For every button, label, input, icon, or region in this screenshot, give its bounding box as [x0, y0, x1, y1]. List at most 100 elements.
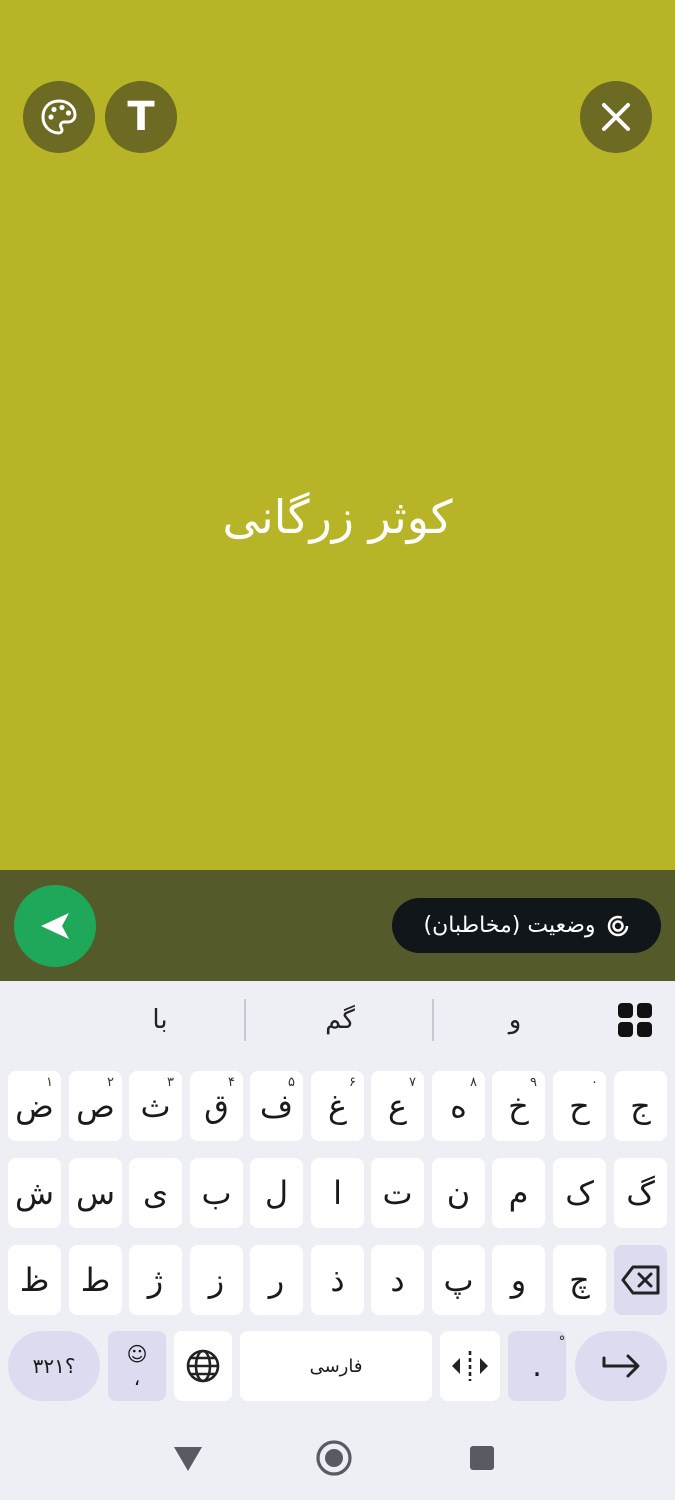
key-hint: ۱: [46, 1075, 53, 1090]
key-label: ر: [268, 1261, 285, 1299]
key-hint: ۵: [288, 1075, 295, 1090]
palette-icon: [41, 99, 77, 135]
key[interactable]: ظ: [8, 1245, 61, 1315]
key[interactable]: و: [492, 1245, 545, 1315]
key[interactable]: ی: [129, 1158, 182, 1228]
key[interactable]: ت: [371, 1158, 424, 1228]
suggestion-strip: با گم و: [0, 981, 675, 1061]
key[interactable]: پ: [432, 1245, 485, 1315]
space-key[interactable]: فارسی: [240, 1331, 432, 1401]
key-hint: ۶: [349, 1075, 356, 1090]
suggestion-3[interactable]: و: [430, 999, 600, 1041]
key-label: چ: [569, 1261, 590, 1299]
key-label: د: [390, 1261, 405, 1299]
nav-home-button[interactable]: [312, 1436, 356, 1480]
text-style-button[interactable]: T: [105, 81, 177, 153]
key[interactable]: ز: [190, 1245, 243, 1315]
key[interactable]: ه۸: [432, 1071, 485, 1141]
send-icon: [41, 913, 69, 939]
text-icon: T: [127, 94, 155, 140]
audience-selector[interactable]: وضعیت (مخاطبان): [392, 898, 661, 953]
key-label: ی: [142, 1174, 169, 1212]
comma-label: ،: [133, 1366, 141, 1390]
apps-grid-icon: [618, 1003, 652, 1037]
symbols-key[interactable]: ؟۳۲۱: [8, 1331, 100, 1401]
key-label: پ: [443, 1261, 474, 1299]
key-label: ص: [76, 1087, 115, 1125]
key[interactable]: ث۳: [129, 1071, 182, 1141]
suggestion-divider: [244, 999, 246, 1041]
key[interactable]: ل: [250, 1158, 303, 1228]
suggestion-2[interactable]: گم: [250, 999, 430, 1041]
key-hint: ۰: [591, 1075, 598, 1090]
key-label: ه: [450, 1087, 467, 1125]
key[interactable]: ج: [614, 1071, 667, 1141]
key-label: ظ: [19, 1261, 50, 1299]
key[interactable]: ا: [311, 1158, 364, 1228]
status-canvas[interactable]: T کوثر زرگانی: [0, 0, 675, 870]
apps-grid-button[interactable]: [617, 1002, 653, 1038]
key[interactable]: ص۲: [69, 1071, 122, 1141]
key-label: ق: [204, 1087, 229, 1125]
key[interactable]: خ۹: [492, 1071, 545, 1141]
status-text[interactable]: کوثر زرگانی: [0, 490, 675, 544]
recents-square-icon: [470, 1446, 494, 1470]
period-key[interactable]: . ْ: [508, 1331, 566, 1401]
key-label: ا: [333, 1174, 342, 1212]
key[interactable]: ر: [250, 1245, 303, 1315]
nav-recents-button[interactable]: [460, 1436, 504, 1480]
key-label: ژ: [147, 1261, 164, 1299]
key[interactable]: ع۷: [371, 1071, 424, 1141]
key[interactable]: ح۰: [553, 1071, 606, 1141]
key[interactable]: ن: [432, 1158, 485, 1228]
key-label: ض: [15, 1087, 54, 1125]
key[interactable]: ف۵: [250, 1071, 303, 1141]
emoji-comma-key[interactable]: ☺ ،: [108, 1331, 166, 1401]
key-label: خ: [508, 1087, 529, 1125]
key-hint: ۸: [470, 1075, 477, 1090]
key[interactable]: س: [69, 1158, 122, 1228]
key-hint: ۳: [167, 1075, 174, 1090]
system-nav-bar: [0, 1416, 675, 1500]
key[interactable]: د: [371, 1245, 424, 1315]
key[interactable]: ش: [8, 1158, 61, 1228]
key-label: گ: [626, 1174, 655, 1212]
key[interactable]: گ: [614, 1158, 667, 1228]
status-ring-icon: [607, 915, 628, 936]
key-label: س: [75, 1174, 116, 1212]
key-hint: ۷: [409, 1075, 416, 1090]
key[interactable]: ض۱: [8, 1071, 61, 1141]
close-button[interactable]: [580, 81, 652, 153]
key-label: ک: [565, 1174, 594, 1212]
key[interactable]: ذ: [311, 1245, 364, 1315]
key[interactable]: ط: [69, 1245, 122, 1315]
language-key[interactable]: [174, 1331, 232, 1401]
key[interactable]: ژ: [129, 1245, 182, 1315]
nav-back-button[interactable]: [166, 1436, 210, 1480]
backspace-key[interactable]: [614, 1245, 667, 1315]
key-label: ب: [201, 1174, 232, 1212]
suggestion-1[interactable]: با: [70, 999, 250, 1041]
key-hint: ۹: [530, 1075, 537, 1090]
space-label: فارسی: [309, 1355, 363, 1377]
cursor-move-icon: [452, 1351, 488, 1381]
key-label: ل: [264, 1174, 289, 1212]
key[interactable]: غ۶: [311, 1071, 364, 1141]
key[interactable]: چ: [553, 1245, 606, 1315]
enter-key[interactable]: [575, 1331, 667, 1401]
key-label: ز: [208, 1261, 225, 1299]
key[interactable]: ق۴: [190, 1071, 243, 1141]
audience-label: وضعیت (مخاطبان): [423, 913, 596, 938]
period-label: .: [532, 1348, 542, 1384]
key[interactable]: ک: [553, 1158, 606, 1228]
key-label: ح: [569, 1087, 590, 1125]
key-label: ج: [630, 1087, 651, 1125]
key-hint: ۲: [107, 1075, 114, 1090]
send-button[interactable]: [14, 885, 96, 967]
key-label: و: [510, 1261, 527, 1299]
key[interactable]: م: [492, 1158, 545, 1228]
key[interactable]: ب: [190, 1158, 243, 1228]
palette-button[interactable]: [23, 81, 95, 153]
key-label: ث: [140, 1087, 171, 1125]
cursor-key[interactable]: [440, 1331, 500, 1401]
